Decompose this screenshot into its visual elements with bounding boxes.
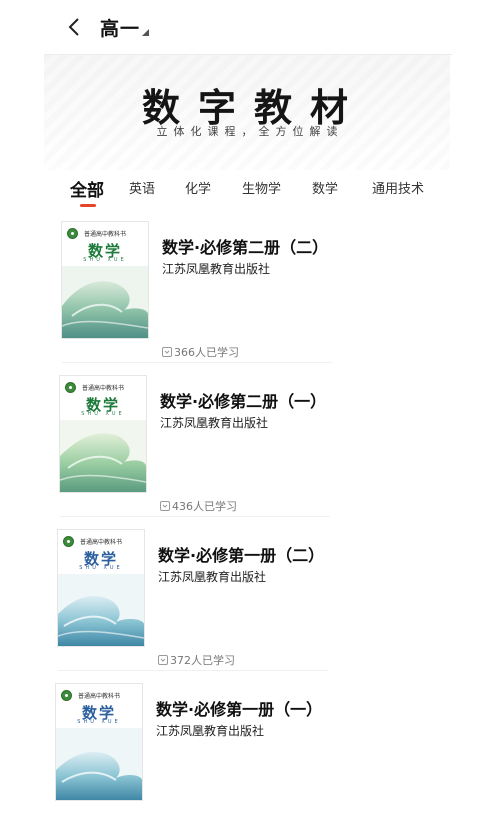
cover-pinyin: SHU XUE	[81, 411, 125, 417]
learner-count: 366人已学习	[162, 344, 239, 360]
tab-all[interactable]: 全部	[70, 176, 104, 201]
learner-icon	[160, 501, 170, 511]
learner-count-text: 372人已学习	[170, 654, 235, 667]
tab-english[interactable]: 英语	[129, 178, 155, 197]
publisher-logo-icon	[67, 228, 78, 239]
list-divider	[58, 670, 328, 671]
publisher-logo-icon	[61, 690, 72, 701]
grade-selector[interactable]: 高一	[100, 14, 150, 40]
book-cover: 普通高中教科书 数学 SHU XUE	[58, 530, 144, 646]
book-title: 数学·必修第二册（一）	[160, 392, 327, 411]
tab-biology[interactable]: 生物学	[242, 178, 281, 197]
active-tab-indicator	[80, 204, 96, 207]
chevron-left-icon	[68, 18, 79, 36]
wave-illustration	[62, 266, 148, 338]
cover-pinyin: SHU XUE	[77, 719, 121, 725]
learner-icon	[162, 347, 172, 357]
book-title: 数学·必修第一册（二）	[158, 546, 325, 565]
book-title: 数学·必修第一册（一）	[156, 700, 323, 719]
learner-count-text: 436人已学习	[172, 500, 237, 513]
cover-series: 普通高中教科书	[80, 539, 123, 546]
digital-textbook-banner: 数字教材 立体化课程，全方位解读	[44, 55, 450, 170]
learner-count-text: 366人已学习	[174, 346, 239, 359]
list-item[interactable]: 普通高中教科书 数学 SHU XUE 数学·必修第二册（二） 江苏凤凰教育出版社	[62, 222, 480, 372]
grade-label: 高一	[100, 17, 141, 40]
subject-tabs: 全部 英语 化学 生物学 数学 通用技术	[70, 176, 470, 206]
back-button[interactable]	[62, 14, 86, 40]
book-publisher: 江苏凤凰教育出版社	[162, 262, 271, 276]
learner-count: 372人已学习	[158, 652, 235, 668]
caret-down-icon	[142, 28, 150, 36]
book-title: 数学·必修第二册（二）	[162, 238, 329, 257]
cover-series: 普通高中教科书	[84, 231, 127, 238]
wave-illustration	[56, 728, 142, 800]
publisher-logo-icon	[63, 536, 74, 547]
publisher-logo-icon	[65, 382, 76, 393]
book-cover: 普通高中教科书 数学 SHU XUE	[60, 376, 146, 492]
list-divider	[60, 516, 330, 517]
learner-icon	[158, 655, 168, 665]
cover-series: 普通高中教科书	[78, 693, 121, 700]
list-item[interactable]: 普通高中教科书 数学 SHU XUE 数学·必修第一册（一） 江苏凤凰教育出版社	[56, 684, 476, 834]
cover-pinyin: SHU XUE	[79, 565, 123, 571]
book-cover: 普通高中教科书 数学 SHU XUE	[56, 684, 142, 800]
book-publisher: 江苏凤凰教育出版社	[158, 570, 267, 584]
wave-illustration	[60, 420, 146, 492]
banner-subtitle: 立体化课程，全方位解读	[156, 125, 344, 138]
learner-count: 436人已学习	[160, 498, 237, 514]
book-publisher: 江苏凤凰教育出版社	[160, 416, 269, 430]
book-publisher: 江苏凤凰教育出版社	[156, 724, 265, 738]
list-item[interactable]: 普通高中教科书 数学 SHU XUE 数学·必修第一册（二） 江苏凤凰教育出版社	[58, 530, 478, 680]
tab-math[interactable]: 数学	[312, 178, 338, 197]
tab-chemistry[interactable]: 化学	[185, 178, 211, 197]
list-divider	[62, 362, 332, 363]
cover-series: 普通高中教科书	[82, 385, 125, 392]
tab-general-technology[interactable]: 通用技术	[372, 178, 424, 197]
top-bar: 高一	[0, 0, 480, 52]
list-item[interactable]: 普通高中教科书 数学 SHU XUE 数学·必修第二册（一） 江苏凤凰教育出版社	[60, 376, 480, 526]
book-cover: 普通高中教科书 数学 SHU XUE	[62, 222, 148, 338]
wave-illustration	[58, 574, 144, 646]
cover-pinyin: SHU XUE	[83, 257, 127, 263]
